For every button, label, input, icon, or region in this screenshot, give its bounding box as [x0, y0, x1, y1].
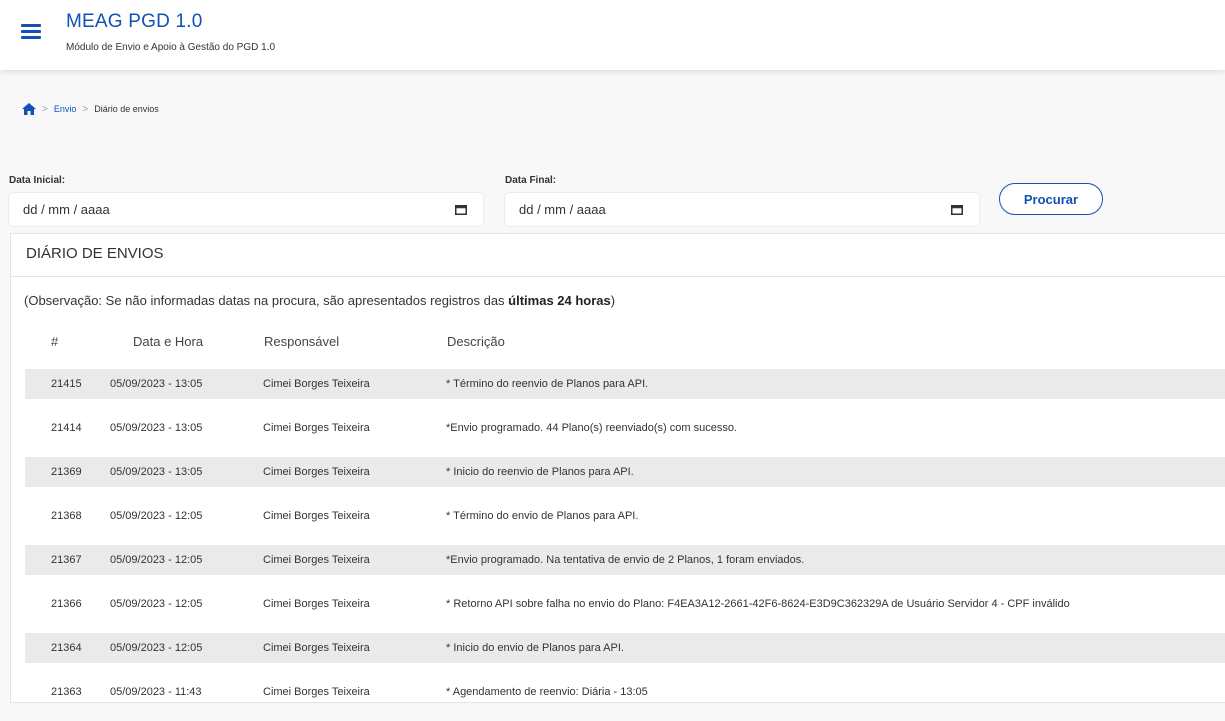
- cell-description: * Inicio do envio de Planos para API.: [446, 642, 624, 654]
- table-header: # Data e Hora Responsável Descrição: [25, 334, 1225, 354]
- app-header: MEAG PGD 1.0 Módulo de Envio e Apoio à G…: [0, 0, 1225, 70]
- cell-datetime: 05/09/2023 - 12:05: [110, 510, 203, 522]
- column-header-responsible[interactable]: Responsável: [264, 334, 339, 349]
- cell-datetime: 05/09/2023 - 12:05: [110, 642, 203, 654]
- cell-description: *Envio programado. 44 Plano(s) reenviado…: [446, 422, 738, 434]
- table-row[interactable]: 21366 05/09/2023 - 12:05 Cimei Borges Te…: [25, 589, 1225, 619]
- cell-responsible: Cimei Borges Teixeira: [263, 554, 370, 566]
- cell-id: 21363: [51, 686, 82, 698]
- note-suffix: ): [610, 293, 616, 308]
- envios-panel: DIÁRIO DE ENVIOS (Observação: Se não inf…: [10, 233, 1225, 703]
- chevron-right-icon: >: [42, 103, 48, 115]
- table-row[interactable]: 21364 05/09/2023 - 12:05 Cimei Borges Te…: [25, 633, 1225, 663]
- column-header-id[interactable]: #: [51, 334, 58, 349]
- cell-responsible: Cimei Borges Teixeira: [263, 598, 370, 610]
- table-row[interactable]: 21363 05/09/2023 - 11:43 Cimei Borges Te…: [25, 677, 1225, 707]
- table-row[interactable]: 21367 05/09/2023 - 12:05 Cimei Borges Te…: [25, 545, 1225, 575]
- column-header-datetime[interactable]: Data e Hora: [133, 334, 203, 349]
- cell-responsible: Cimei Borges Teixeira: [263, 510, 370, 522]
- column-header-description[interactable]: Descrição: [447, 334, 505, 349]
- table-body: 21415 05/09/2023 - 13:05 Cimei Borges Te…: [25, 369, 1225, 721]
- cell-description: * Término do reenvio de Planos para API.: [446, 378, 649, 390]
- table-row[interactable]: 21415 05/09/2023 - 13:05 Cimei Borges Te…: [25, 369, 1225, 399]
- cell-datetime: 05/09/2023 - 13:05: [110, 466, 203, 478]
- cell-description: *Envio programado. Na tentativa de envio…: [446, 554, 805, 566]
- cell-description: * Término do envio de Planos para API.: [446, 510, 639, 522]
- cell-id: 21366: [51, 598, 82, 610]
- cell-responsible: Cimei Borges Teixeira: [263, 422, 370, 434]
- start-date-placeholder: dd / mm / aaaa: [23, 202, 110, 217]
- cell-datetime: 05/09/2023 - 12:05: [110, 554, 203, 566]
- calendar-icon[interactable]: [455, 203, 467, 215]
- app-subtitle: Módulo de Envio e Apoio à Gestão do PGD …: [66, 42, 276, 53]
- table-row[interactable]: 21369 05/09/2023 - 13:05 Cimei Borges Te…: [25, 457, 1225, 487]
- end-date-placeholder: dd / mm / aaaa: [519, 202, 606, 217]
- cell-id: 21368: [51, 510, 82, 522]
- cell-responsible: Cimei Borges Teixeira: [263, 642, 370, 654]
- start-date-label: Data Inicial:: [9, 175, 66, 186]
- cell-datetime: 05/09/2023 - 13:05: [110, 378, 203, 390]
- cell-datetime: 05/09/2023 - 13:05: [110, 422, 203, 434]
- breadcrumb-item-current: Diário de envios: [94, 104, 159, 114]
- cell-responsible: Cimei Borges Teixeira: [263, 378, 370, 390]
- search-button[interactable]: Procurar: [999, 183, 1103, 215]
- menu-icon[interactable]: [21, 24, 41, 40]
- cell-datetime: 05/09/2023 - 12:05: [110, 598, 203, 610]
- panel-title: DIÁRIO DE ENVIOS: [26, 245, 164, 262]
- end-date-input[interactable]: dd / mm / aaaa: [505, 193, 979, 226]
- start-date-input[interactable]: dd / mm / aaaa: [9, 193, 483, 226]
- cell-datetime: 05/09/2023 - 11:43: [110, 686, 202, 698]
- panel-divider: [11, 276, 1225, 277]
- cell-description: * Agendamento de reenvio: Diária - 13:05: [446, 686, 648, 698]
- cell-id: 21415: [51, 378, 82, 390]
- end-date-label: Data Final:: [505, 175, 557, 186]
- cell-description: * Retorno API sobre falha no envio do Pl…: [446, 598, 1070, 610]
- cell-id: 21369: [51, 466, 82, 478]
- note-prefix: (Observação: Se não informadas datas na …: [24, 293, 509, 308]
- observation-note: (Observação: Se não informadas datas na …: [24, 293, 615, 308]
- app-title: MEAG PGD 1.0: [66, 11, 203, 32]
- cell-id: 21364: [51, 642, 82, 654]
- calendar-icon[interactable]: [951, 203, 963, 215]
- note-bold: últimas 24 horas: [508, 293, 611, 308]
- breadcrumb-item-envio[interactable]: Envio: [54, 104, 77, 114]
- cell-id: 21367: [51, 554, 82, 566]
- cell-responsible: Cimei Borges Teixeira: [263, 466, 370, 478]
- chevron-right-icon: >: [82, 103, 89, 115]
- cell-description: * Inicio do reenvio de Planos para API.: [446, 466, 634, 478]
- table-row[interactable]: 21414 05/09/2023 - 13:05 Cimei Borges Te…: [25, 413, 1225, 443]
- cell-responsible: Cimei Borges Teixeira: [263, 686, 370, 698]
- breadcrumb: > Envio > Diário de envios: [22, 102, 159, 116]
- cell-id: 21414: [51, 422, 82, 434]
- home-icon[interactable]: [22, 103, 36, 115]
- table-row[interactable]: 21368 05/09/2023 - 12:05 Cimei Borges Te…: [25, 501, 1225, 531]
